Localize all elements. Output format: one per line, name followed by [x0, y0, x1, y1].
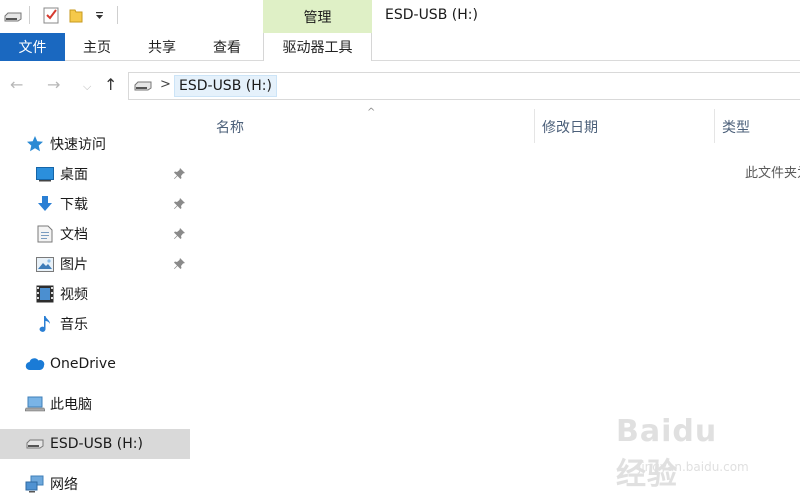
drive-icon [4, 12, 22, 22]
empty-folder-message: 此文件夹为空。 [745, 166, 800, 181]
star-icon [25, 134, 45, 154]
watermark-logo-text: Baidu 经验 [616, 414, 718, 492]
music-icon [35, 314, 55, 334]
pin-icon[interactable] [173, 227, 186, 240]
sidebar-item-quick-access[interactable]: 快速访问 [0, 129, 190, 159]
sidebar-item-pictures[interactable]: 图片 [0, 249, 190, 279]
address-bar[interactable]: > ESD-USB (H:) [128, 72, 800, 100]
up-button[interactable]: ↑ [104, 75, 117, 94]
file-list-pane[interactable]: ^ 名称 修改日期 类型 此文件夹为空。 Baidu 经验 jingyan.ba… [193, 107, 800, 500]
sidebar-item-desktop[interactable]: 桌面 [0, 159, 190, 189]
tab-view[interactable]: 查看 [196, 33, 258, 61]
cloud-icon [25, 354, 45, 374]
column-header-type[interactable]: 类型 [722, 117, 750, 137]
navigation-row: ← → ⌵ ↑ > ESD-USB (H:) [0, 61, 800, 107]
network-icon [25, 474, 45, 494]
qat-separator [29, 6, 30, 24]
sidebar-item-downloads[interactable]: 下载 [0, 189, 190, 219]
computer-icon [25, 394, 45, 414]
window-title: ESD-USB (H:) [385, 7, 478, 23]
recent-locations-chevron-icon[interactable]: ⌵ [83, 80, 91, 94]
forward-button[interactable]: → [47, 75, 60, 94]
customize-toolbar-chevron-icon[interactable] [95, 12, 104, 20]
pin-icon[interactable] [173, 167, 186, 180]
sidebar-item-this-pc[interactable]: 此电脑 [0, 389, 190, 419]
sidebar-item-music[interactable]: 音乐 [0, 309, 190, 339]
watermark-url: jingyan.baidu.com [638, 460, 749, 474]
column-header-date-modified[interactable]: 修改日期 [542, 117, 598, 137]
tab-share[interactable]: 共享 [130, 33, 194, 61]
sort-ascending-icon: ^ [367, 107, 376, 118]
back-button[interactable]: ← [10, 75, 23, 94]
download-icon [35, 194, 55, 214]
sidebar-item-onedrive[interactable]: OneDrive [0, 349, 190, 379]
breadcrumb-chevron-icon[interactable]: > [160, 77, 171, 92]
qat-separator [117, 6, 118, 24]
sidebar-item-videos[interactable]: 视频 [0, 279, 190, 309]
breadcrumb-usb-drive[interactable]: ESD-USB (H:) [174, 75, 277, 97]
column-separator[interactable] [534, 109, 535, 143]
manage-context-header: 管理 [263, 0, 372, 33]
title-bar: 管理 ESD-USB (H:) [0, 0, 800, 33]
pin-icon[interactable] [173, 197, 186, 210]
tab-drive-tools[interactable]: 驱动器工具 [263, 33, 372, 61]
tab-file[interactable]: 文件 [0, 33, 65, 61]
drive-icon [134, 81, 152, 91]
sidebar-item-documents[interactable]: 文档 [0, 219, 190, 249]
picture-icon [35, 254, 55, 274]
pin-icon[interactable] [173, 257, 186, 270]
desktop-icon [35, 164, 55, 184]
column-separator[interactable] [714, 109, 715, 143]
document-icon [35, 224, 55, 244]
navigation-pane: 快速访问 桌面 下载 文档 图片 视频 音乐 OneDrive 此电脑 ESD-… [0, 107, 193, 500]
properties-icon[interactable] [43, 6, 59, 24]
drive-icon [25, 434, 45, 454]
baidu-watermark: Baidu 经验 jingyan.baidu.com [616, 414, 756, 492]
sidebar-item-network[interactable]: 网络 [0, 469, 190, 499]
column-header-name[interactable]: 名称 [216, 117, 244, 137]
sidebar-item-usb-drive[interactable]: ESD-USB (H:) [0, 429, 190, 459]
new-folder-icon[interactable] [69, 7, 83, 23]
video-icon [35, 284, 55, 304]
tab-home[interactable]: 主页 [66, 33, 128, 61]
ribbon-tab-bar: 文件 主页 共享 查看 [0, 33, 800, 61]
